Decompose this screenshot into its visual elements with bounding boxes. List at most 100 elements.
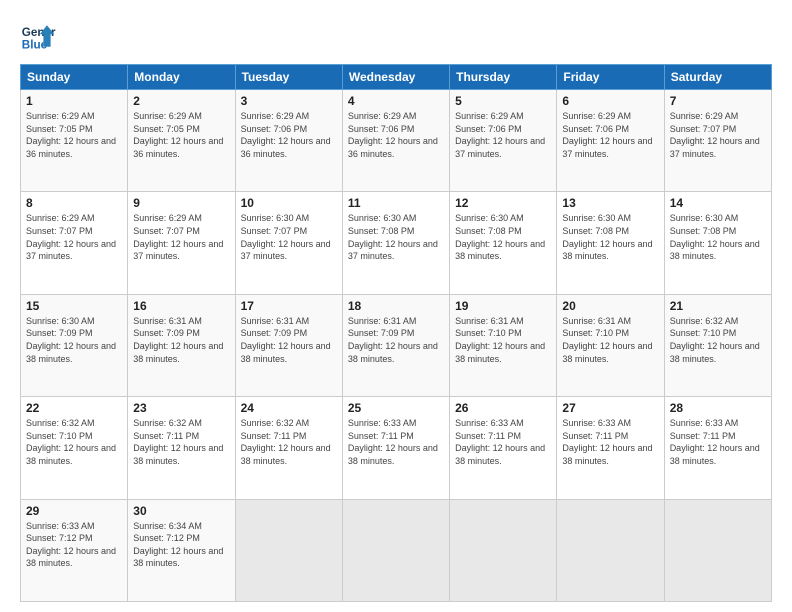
day-info: Sunrise: 6:32 AMSunset: 7:10 PMDaylight:…: [26, 418, 116, 466]
calendar-cell: 22Sunrise: 6:32 AMSunset: 7:10 PMDayligh…: [21, 397, 128, 499]
calendar-cell: 27 Sunrise: 6:33 AMSunset: 7:11 PMDayligh…: [557, 397, 664, 499]
day-number: 6: [562, 94, 658, 108]
calendar-cell: 12 Sunrise: 6:30 AMSunset: 7:08 PMDayligh…: [450, 192, 557, 294]
day-number: 10: [241, 196, 337, 210]
header-thursday: Thursday: [450, 65, 557, 90]
day-info: Sunrise: 6:34 AMSunset: 7:12 PMDaylight:…: [133, 521, 223, 569]
day-info: Sunrise: 6:33 AMSunset: 7:11 PMDaylight:…: [455, 418, 545, 466]
day-number: 19: [455, 299, 551, 313]
day-info: Sunrise: 6:30 AMSunset: 7:08 PMDaylight:…: [455, 213, 545, 261]
day-number: 26: [455, 401, 551, 415]
calendar-cell: [557, 499, 664, 601]
logo: General Blue: [20, 18, 56, 54]
header: General Blue: [20, 18, 772, 54]
day-info: Sunrise: 6:31 AMSunset: 7:09 PMDaylight:…: [348, 316, 438, 364]
calendar-header-row: SundayMondayTuesdayWednesdayThursdayFrid…: [21, 65, 772, 90]
logo-icon: General Blue: [20, 18, 56, 54]
day-number: 21: [670, 299, 766, 313]
day-info: Sunrise: 6:31 AMSunset: 7:10 PMDaylight:…: [562, 316, 652, 364]
calendar-cell: 18 Sunrise: 6:31 AMSunset: 7:09 PMDayligh…: [342, 294, 449, 396]
day-number: 12: [455, 196, 551, 210]
day-info: Sunrise: 6:30 AMSunset: 7:08 PMDaylight:…: [670, 213, 760, 261]
day-number: 27: [562, 401, 658, 415]
day-number: 20: [562, 299, 658, 313]
calendar-cell: 8 Sunrise: 6:29 AMSunset: 7:07 PMDaylight…: [21, 192, 128, 294]
calendar-cell: 29Sunrise: 6:33 AMSunset: 7:12 PMDayligh…: [21, 499, 128, 601]
calendar-cell: 14 Sunrise: 6:30 AMSunset: 7:08 PMDayligh…: [664, 192, 771, 294]
calendar-cell: 11 Sunrise: 6:30 AMSunset: 7:08 PMDayligh…: [342, 192, 449, 294]
calendar-cell: 23Sunrise: 6:32 AMSunset: 7:11 PMDayligh…: [128, 397, 235, 499]
day-info: Sunrise: 6:29 AMSunset: 7:06 PMDaylight:…: [455, 111, 545, 159]
calendar-cell: 1 Sunrise: 6:29 AMSunset: 7:05 PMDaylight…: [21, 90, 128, 192]
calendar-table: SundayMondayTuesdayWednesdayThursdayFrid…: [20, 64, 772, 602]
day-number: 9: [133, 196, 229, 210]
day-info: Sunrise: 6:30 AMSunset: 7:07 PMDaylight:…: [241, 213, 331, 261]
day-number: 30: [133, 504, 229, 518]
calendar-cell: 4Sunrise: 6:29 AMSunset: 7:06 PMDaylight…: [342, 90, 449, 192]
calendar-week-1: 1 Sunrise: 6:29 AMSunset: 7:05 PMDaylight…: [21, 90, 772, 192]
header-friday: Friday: [557, 65, 664, 90]
day-info: Sunrise: 6:33 AMSunset: 7:11 PMDaylight:…: [670, 418, 760, 466]
calendar-week-4: 22Sunrise: 6:32 AMSunset: 7:10 PMDayligh…: [21, 397, 772, 499]
day-info: Sunrise: 6:31 AMSunset: 7:10 PMDaylight:…: [455, 316, 545, 364]
day-number: 29: [26, 504, 122, 518]
header-wednesday: Wednesday: [342, 65, 449, 90]
calendar-cell: [664, 499, 771, 601]
calendar-week-3: 15 Sunrise: 6:30 AMSunset: 7:09 PMDayligh…: [21, 294, 772, 396]
header-monday: Monday: [128, 65, 235, 90]
day-info: Sunrise: 6:29 AMSunset: 7:06 PMDaylight:…: [241, 111, 331, 159]
calendar-cell: 26 Sunrise: 6:33 AMSunset: 7:11 PMDayligh…: [450, 397, 557, 499]
page: General Blue SundayMondayTuesdayWednesda…: [0, 0, 792, 612]
day-info: Sunrise: 6:32 AMSunset: 7:10 PMDaylight:…: [670, 316, 760, 364]
day-info: Sunrise: 6:29 AMSunset: 7:06 PMDaylight:…: [348, 111, 438, 159]
calendar-cell: 3 Sunrise: 6:29 AMSunset: 7:06 PMDaylight…: [235, 90, 342, 192]
day-number: 15: [26, 299, 122, 313]
calendar-cell: 17Sunrise: 6:31 AMSunset: 7:09 PMDayligh…: [235, 294, 342, 396]
calendar-cell: 24 Sunrise: 6:32 AMSunset: 7:11 PMDayligh…: [235, 397, 342, 499]
day-info: Sunrise: 6:29 AMSunset: 7:05 PMDaylight:…: [133, 111, 223, 159]
day-number: 28: [670, 401, 766, 415]
header-sunday: Sunday: [21, 65, 128, 90]
calendar-cell: [342, 499, 449, 601]
calendar-cell: 9 Sunrise: 6:29 AMSunset: 7:07 PMDaylight…: [128, 192, 235, 294]
day-info: Sunrise: 6:29 AMSunset: 7:07 PMDaylight:…: [26, 213, 116, 261]
day-info: Sunrise: 6:29 AMSunset: 7:06 PMDaylight:…: [562, 111, 652, 159]
day-info: Sunrise: 6:33 AMSunset: 7:11 PMDaylight:…: [562, 418, 652, 466]
day-number: 16: [133, 299, 229, 313]
calendar-week-5: 29Sunrise: 6:33 AMSunset: 7:12 PMDayligh…: [21, 499, 772, 601]
calendar-cell: 5Sunrise: 6:29 AMSunset: 7:06 PMDaylight…: [450, 90, 557, 192]
day-info: Sunrise: 6:31 AMSunset: 7:09 PMDaylight:…: [133, 316, 223, 364]
calendar-body: 1 Sunrise: 6:29 AMSunset: 7:05 PMDaylight…: [21, 90, 772, 602]
day-info: Sunrise: 6:30 AMSunset: 7:08 PMDaylight:…: [348, 213, 438, 261]
day-number: 11: [348, 196, 444, 210]
day-number: 18: [348, 299, 444, 313]
day-number: 24: [241, 401, 337, 415]
day-info: Sunrise: 6:30 AMSunset: 7:09 PMDaylight:…: [26, 316, 116, 364]
calendar-cell: 2 Sunrise: 6:29 AMSunset: 7:05 PMDaylight…: [128, 90, 235, 192]
calendar-cell: [450, 499, 557, 601]
calendar-cell: 16 Sunrise: 6:31 AMSunset: 7:09 PMDayligh…: [128, 294, 235, 396]
day-number: 23: [133, 401, 229, 415]
header-saturday: Saturday: [664, 65, 771, 90]
day-info: Sunrise: 6:29 AMSunset: 7:05 PMDaylight:…: [26, 111, 116, 159]
day-info: Sunrise: 6:30 AMSunset: 7:08 PMDaylight:…: [562, 213, 652, 261]
calendar-cell: 25Sunrise: 6:33 AMSunset: 7:11 PMDayligh…: [342, 397, 449, 499]
calendar-week-2: 8 Sunrise: 6:29 AMSunset: 7:07 PMDaylight…: [21, 192, 772, 294]
day-number: 14: [670, 196, 766, 210]
day-number: 2: [133, 94, 229, 108]
day-info: Sunrise: 6:32 AMSunset: 7:11 PMDaylight:…: [241, 418, 331, 466]
day-number: 13: [562, 196, 658, 210]
calendar-cell: [235, 499, 342, 601]
day-number: 3: [241, 94, 337, 108]
day-info: Sunrise: 6:33 AMSunset: 7:11 PMDaylight:…: [348, 418, 438, 466]
header-tuesday: Tuesday: [235, 65, 342, 90]
day-number: 8: [26, 196, 122, 210]
calendar-cell: 7Sunrise: 6:29 AMSunset: 7:07 PMDaylight…: [664, 90, 771, 192]
day-info: Sunrise: 6:29 AMSunset: 7:07 PMDaylight:…: [133, 213, 223, 261]
day-number: 1: [26, 94, 122, 108]
day-number: 17: [241, 299, 337, 313]
calendar-cell: 13 Sunrise: 6:30 AMSunset: 7:08 PMDayligh…: [557, 192, 664, 294]
calendar-cell: 15 Sunrise: 6:30 AMSunset: 7:09 PMDayligh…: [21, 294, 128, 396]
calendar-cell: 21 Sunrise: 6:32 AMSunset: 7:10 PMDayligh…: [664, 294, 771, 396]
calendar-cell: 19 Sunrise: 6:31 AMSunset: 7:10 PMDayligh…: [450, 294, 557, 396]
